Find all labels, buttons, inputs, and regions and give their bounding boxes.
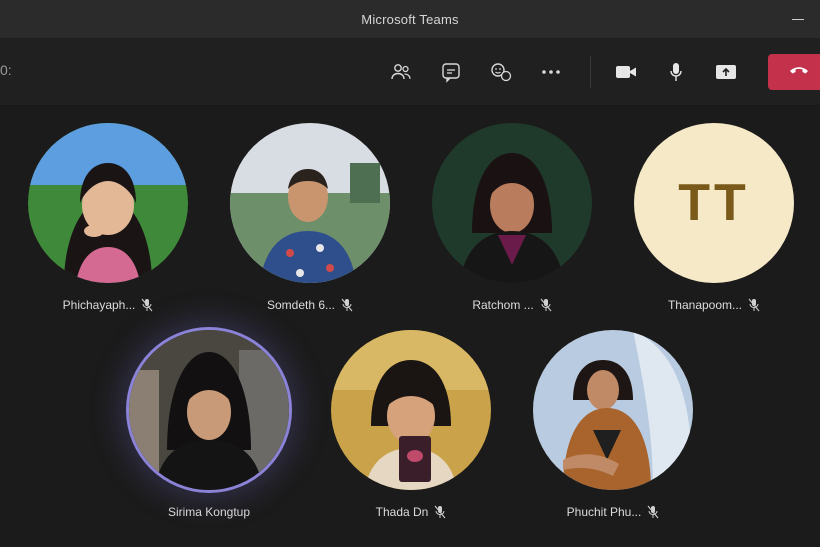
share-button[interactable] xyxy=(710,56,742,88)
react-button[interactable] xyxy=(485,56,517,88)
avatar xyxy=(331,330,491,490)
title-bar: Microsoft Teams xyxy=(0,0,820,38)
participant-tile[interactable]: TT Thanapoom... xyxy=(624,123,804,313)
participant-tile[interactable]: Ratchom ... xyxy=(422,123,602,313)
participant-name: Phichayaph... xyxy=(62,298,136,312)
avatar xyxy=(230,123,390,283)
mic-off-icon xyxy=(540,298,552,312)
camera-icon xyxy=(614,63,638,81)
mic-icon xyxy=(668,61,684,83)
participant-name: Phuchit Phu... xyxy=(566,505,642,519)
toolbar-divider xyxy=(590,56,591,88)
people-button[interactable] xyxy=(385,56,417,88)
share-icon xyxy=(714,62,738,82)
participant-name: Somdeth 6... xyxy=(266,298,336,312)
leave-button[interactable] xyxy=(768,54,820,90)
participant-gallery: Phichayaph... Somdeth 6... Ratchom ... T… xyxy=(0,106,820,547)
meeting-toolbar: 0: xyxy=(0,38,820,106)
participant-tile[interactable]: Thada Dn xyxy=(321,330,501,520)
participant-name: Thanapoom... xyxy=(667,298,743,312)
mic-off-icon xyxy=(748,298,760,312)
hangup-icon xyxy=(788,63,810,81)
camera-button[interactable] xyxy=(610,56,642,88)
avatar-initials: TT xyxy=(634,123,794,283)
avatar xyxy=(533,330,693,490)
mic-off-icon xyxy=(141,298,153,312)
avatar xyxy=(432,123,592,283)
participant-name: Ratchom ... xyxy=(472,298,534,312)
more-icon xyxy=(540,69,562,75)
chat-icon xyxy=(440,61,462,83)
more-button[interactable] xyxy=(535,56,567,88)
people-icon xyxy=(390,62,412,82)
participant-tile[interactable]: Phuchit Phu... xyxy=(523,330,703,520)
window-title: Microsoft Teams xyxy=(361,11,459,27)
avatar xyxy=(129,330,289,490)
mic-button[interactable] xyxy=(660,56,692,88)
mic-off-icon xyxy=(341,298,353,312)
chat-button[interactable] xyxy=(435,56,467,88)
mic-off-icon xyxy=(434,505,446,519)
participant-name: Thada Dn xyxy=(375,505,429,519)
avatar xyxy=(28,123,188,283)
react-icon xyxy=(489,61,513,83)
participant-name: Sirima Kongtup xyxy=(167,505,251,519)
participant-tile[interactable]: Somdeth 6... xyxy=(220,123,400,313)
mic-off-icon xyxy=(647,505,659,519)
minimize-button[interactable] xyxy=(790,12,806,26)
participant-tile[interactable]: Phichayaph... xyxy=(18,123,198,313)
participant-tile[interactable]: Sirima Kongtup xyxy=(119,330,299,520)
elapsed-time: 0: xyxy=(0,62,12,78)
